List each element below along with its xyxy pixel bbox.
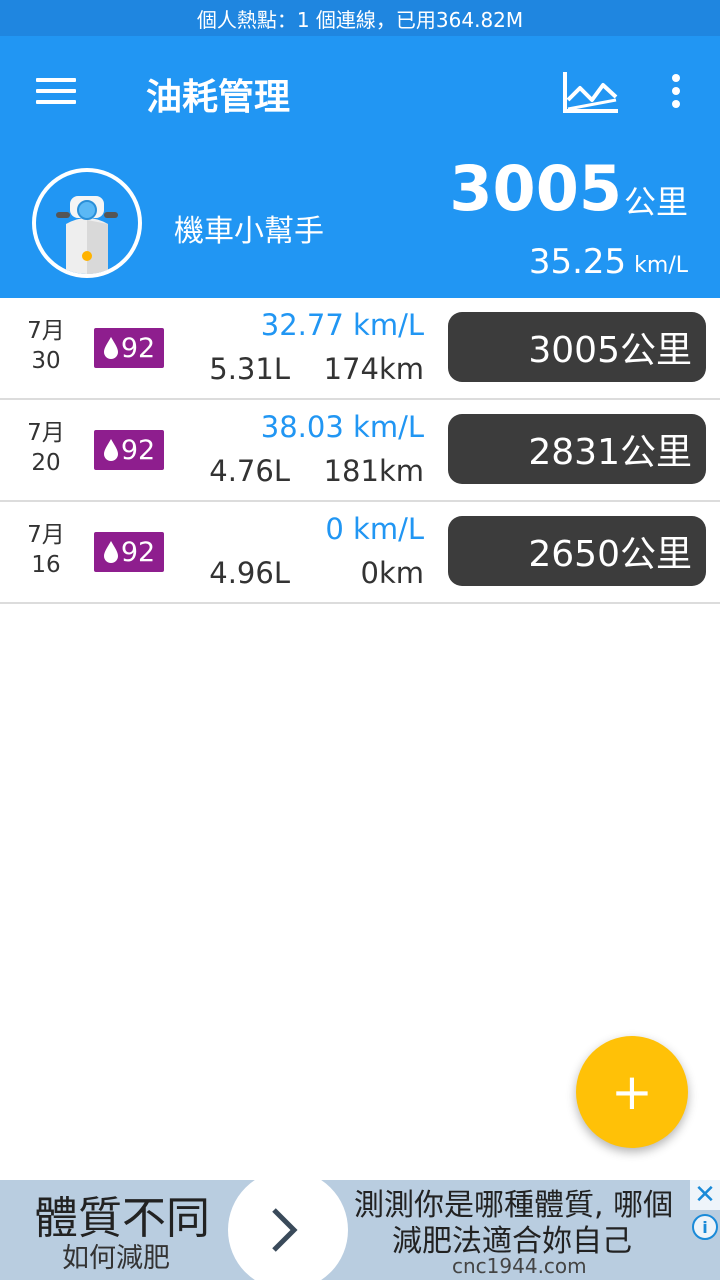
record-efficiency: 0 km/L: [325, 512, 424, 546]
avg-eff-unit: km/L: [634, 253, 688, 278]
record-month: 7月: [27, 522, 65, 548]
list-item[interactable]: 7月 30 92 32.77 km/L 5.31L 174km 3005公里: [0, 298, 720, 400]
record-liters: 4.96L: [209, 556, 290, 590]
record-date: 7月 30: [18, 316, 74, 376]
record-day: 20: [31, 450, 61, 476]
ad-subline: 如何減肥: [62, 1243, 170, 1274]
fuel-type-badge: 92: [94, 430, 164, 470]
avg-eff-value: 35.25: [528, 242, 627, 282]
record-day: 16: [31, 552, 61, 578]
record-liters: 5.31L: [209, 352, 290, 386]
fuel-drop-icon: [103, 337, 118, 359]
record-efficiency: 38.03 km/L: [260, 410, 424, 444]
record-date: 7月 20: [18, 418, 74, 478]
profile-name: 機車小幫手: [174, 214, 324, 249]
odometer-pill: 2831公里: [448, 414, 706, 484]
page-title: 油耗管理: [146, 77, 291, 118]
odometer-pill: 2650公里: [448, 516, 706, 586]
fuel-type-badge: 92: [94, 328, 164, 368]
close-icon[interactable]: ✕: [690, 1180, 720, 1210]
fuel-record-list: 7月 30 92 32.77 km/L 5.31L 174km 3005公里 7…: [0, 298, 720, 604]
total-km-value: 3005: [449, 152, 622, 225]
record-distance: 181km: [323, 454, 424, 488]
record-day: 30: [31, 348, 61, 374]
total-km-unit: 公里: [623, 183, 688, 221]
more-vert-icon[interactable]: [668, 74, 684, 112]
ad-url: cnc1944.com: [452, 1254, 587, 1278]
record-month: 7月: [27, 420, 65, 446]
ad-banner[interactable]: 體質不同 如何減肥 測測你是哪種體質, 哪個 減肥法適合妳自己 cnc1944.…: [0, 1180, 720, 1280]
ad-arrow-button[interactable]: [228, 1180, 348, 1280]
line-chart-icon[interactable]: [562, 70, 620, 114]
app-header: 油耗管理 機車小幫手 3005 公里 35.25 km/L: [0, 36, 720, 298]
add-record-button[interactable]: +: [576, 1036, 688, 1148]
odometer-pill: 3005公里: [448, 312, 706, 382]
record-date: 7月 16: [18, 520, 74, 580]
total-odometer: 3005 公里: [449, 158, 688, 220]
status-bar: 個人熱點：1 個連線，已用364.82M: [0, 0, 720, 36]
record-distance: 0km: [360, 556, 425, 590]
record-distance: 174km: [323, 352, 424, 386]
record-liters: 4.76L: [209, 454, 290, 488]
avatar[interactable]: [32, 168, 142, 278]
record-month: 7月: [27, 318, 65, 344]
record-efficiency: 32.77 km/L: [260, 308, 424, 342]
scooter-icon: [36, 172, 138, 274]
menu-icon[interactable]: [36, 78, 76, 108]
fuel-drop-icon: [103, 439, 118, 461]
fuel-type-badge: 92: [94, 532, 164, 572]
fuel-drop-icon: [103, 541, 118, 563]
fuel-grade: 92: [120, 332, 156, 364]
fuel-grade: 92: [120, 434, 156, 466]
plus-icon: +: [611, 1063, 653, 1121]
status-text: 個人熱點：1 個連線，已用364.82M: [196, 7, 524, 32]
list-item[interactable]: 7月 20 92 38.03 km/L 4.76L 181km 2831公里: [0, 400, 720, 502]
chevron-right-icon: [272, 1208, 298, 1252]
fuel-grade: 92: [120, 536, 156, 568]
average-efficiency: 35.25 km/L: [529, 242, 688, 282]
info-icon[interactable]: i: [692, 1214, 718, 1240]
list-item[interactable]: 7月 16 92 0 km/L 4.96L 0km 2650公里: [0, 502, 720, 604]
